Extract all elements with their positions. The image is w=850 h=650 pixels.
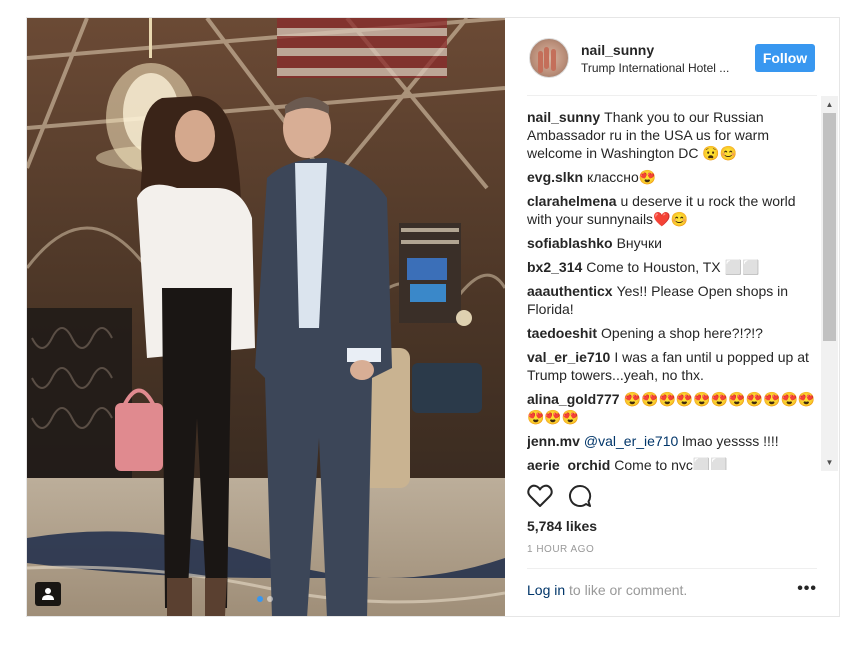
login-prompt: Log in to like or comment.: [527, 582, 687, 598]
comment-username-link[interactable]: aaauthenticx: [527, 283, 613, 299]
comment-mention-link[interactable]: @val_er_ie710: [584, 433, 678, 449]
comment-item: jenn.mv @val_er_ie710 lmao yessss !!!!: [527, 432, 819, 450]
scroll-down-arrow-icon[interactable]: ▼: [821, 454, 838, 471]
user-tag-button[interactable]: [35, 582, 61, 606]
comment-item: aaauthenticx Yes!! Please Open shops in F…: [527, 282, 819, 318]
follow-button[interactable]: Follow: [755, 44, 815, 72]
comments-scrollbar[interactable]: ▲ ▼: [821, 96, 838, 471]
post-header: nail_sunny Trump International Hotel ...…: [527, 18, 817, 96]
avatar[interactable]: [529, 38, 569, 78]
comment-username-link[interactable]: bx2_314: [527, 259, 582, 275]
carousel-dot[interactable]: [267, 596, 273, 602]
comment-item: aerie_orchid Come to nyc⬜⬜: [527, 456, 819, 470]
comment-username-link[interactable]: aerie_orchid: [527, 457, 610, 470]
comment-item: val_er_ie710 I was a fan until u popped u…: [527, 348, 819, 384]
comment-text: Come to Houston, TX ⬜⬜: [586, 259, 760, 275]
scroll-up-arrow-icon[interactable]: ▲: [821, 96, 838, 113]
hotel-photo-illustration: [27, 18, 505, 616]
post-photo[interactable]: [27, 18, 505, 616]
comment-username-link[interactable]: alina_gold777: [527, 391, 620, 407]
comment-item: evg.slkn классно😍: [527, 168, 819, 186]
scroll-thumb[interactable]: [823, 113, 836, 341]
post-timestamp[interactable]: 1 HOUR AGO: [527, 544, 594, 555]
comments-list: nail_sunny Thank you to our Russian Ambas…: [527, 108, 819, 470]
comment-item: nail_sunny Thank you to our Russian Ambas…: [527, 108, 819, 162]
heart-icon[interactable]: [527, 484, 553, 508]
carousel-dot-active[interactable]: [257, 596, 263, 602]
comment-text: Внучки: [616, 235, 662, 251]
carousel-indicator: [257, 596, 273, 602]
person-icon: [42, 588, 54, 600]
action-bar: [527, 484, 627, 510]
location-link[interactable]: Trump International Hotel ...: [581, 61, 729, 75]
comment-item: taedoeshit Opening a shop here?!?!?: [527, 324, 819, 342]
likes-count[interactable]: 5,784 likes: [527, 518, 597, 534]
comment-username-link[interactable]: sofiablashko: [527, 235, 613, 251]
post-footer: Log in to like or comment. •••: [527, 568, 817, 616]
comment-username-link[interactable]: nail_sunny: [527, 109, 600, 125]
comment-username-link[interactable]: val_er_ie710: [527, 349, 610, 365]
post-sidebar: nail_sunny Trump International Hotel ...…: [505, 18, 839, 616]
comment-text: Come to nyc⬜⬜: [614, 457, 728, 470]
comment-item: sofiablashko Внучки: [527, 234, 819, 252]
comment-text: классно😍: [587, 169, 657, 185]
comment-username-link[interactable]: evg.slkn: [527, 169, 583, 185]
username-link[interactable]: nail_sunny: [581, 42, 654, 58]
comment-item: clarahelmena u deserve it u rock the worl…: [527, 192, 819, 228]
comment-text: Opening a shop here?!?!?: [601, 325, 763, 341]
comment-text: lmao yessss !!!!: [678, 433, 779, 449]
comment-username-link[interactable]: taedoeshit: [527, 325, 597, 341]
login-prompt-text: to like or comment.: [565, 582, 688, 598]
comment-username-link[interactable]: clarahelmena: [527, 193, 617, 209]
comment-item: alina_gold777 😍😍😍😍😍😍😍😍😍😍😍😍😍😍: [527, 390, 819, 426]
instagram-post: nail_sunny Trump International Hotel ...…: [26, 17, 840, 617]
comment-username-link[interactable]: jenn.mv: [527, 433, 580, 449]
comment-bubble-icon[interactable]: [567, 484, 593, 508]
comment-item: bx2_314 Come to Houston, TX ⬜⬜: [527, 258, 819, 276]
more-options-icon[interactable]: •••: [797, 580, 817, 598]
login-link[interactable]: Log in: [527, 582, 565, 598]
